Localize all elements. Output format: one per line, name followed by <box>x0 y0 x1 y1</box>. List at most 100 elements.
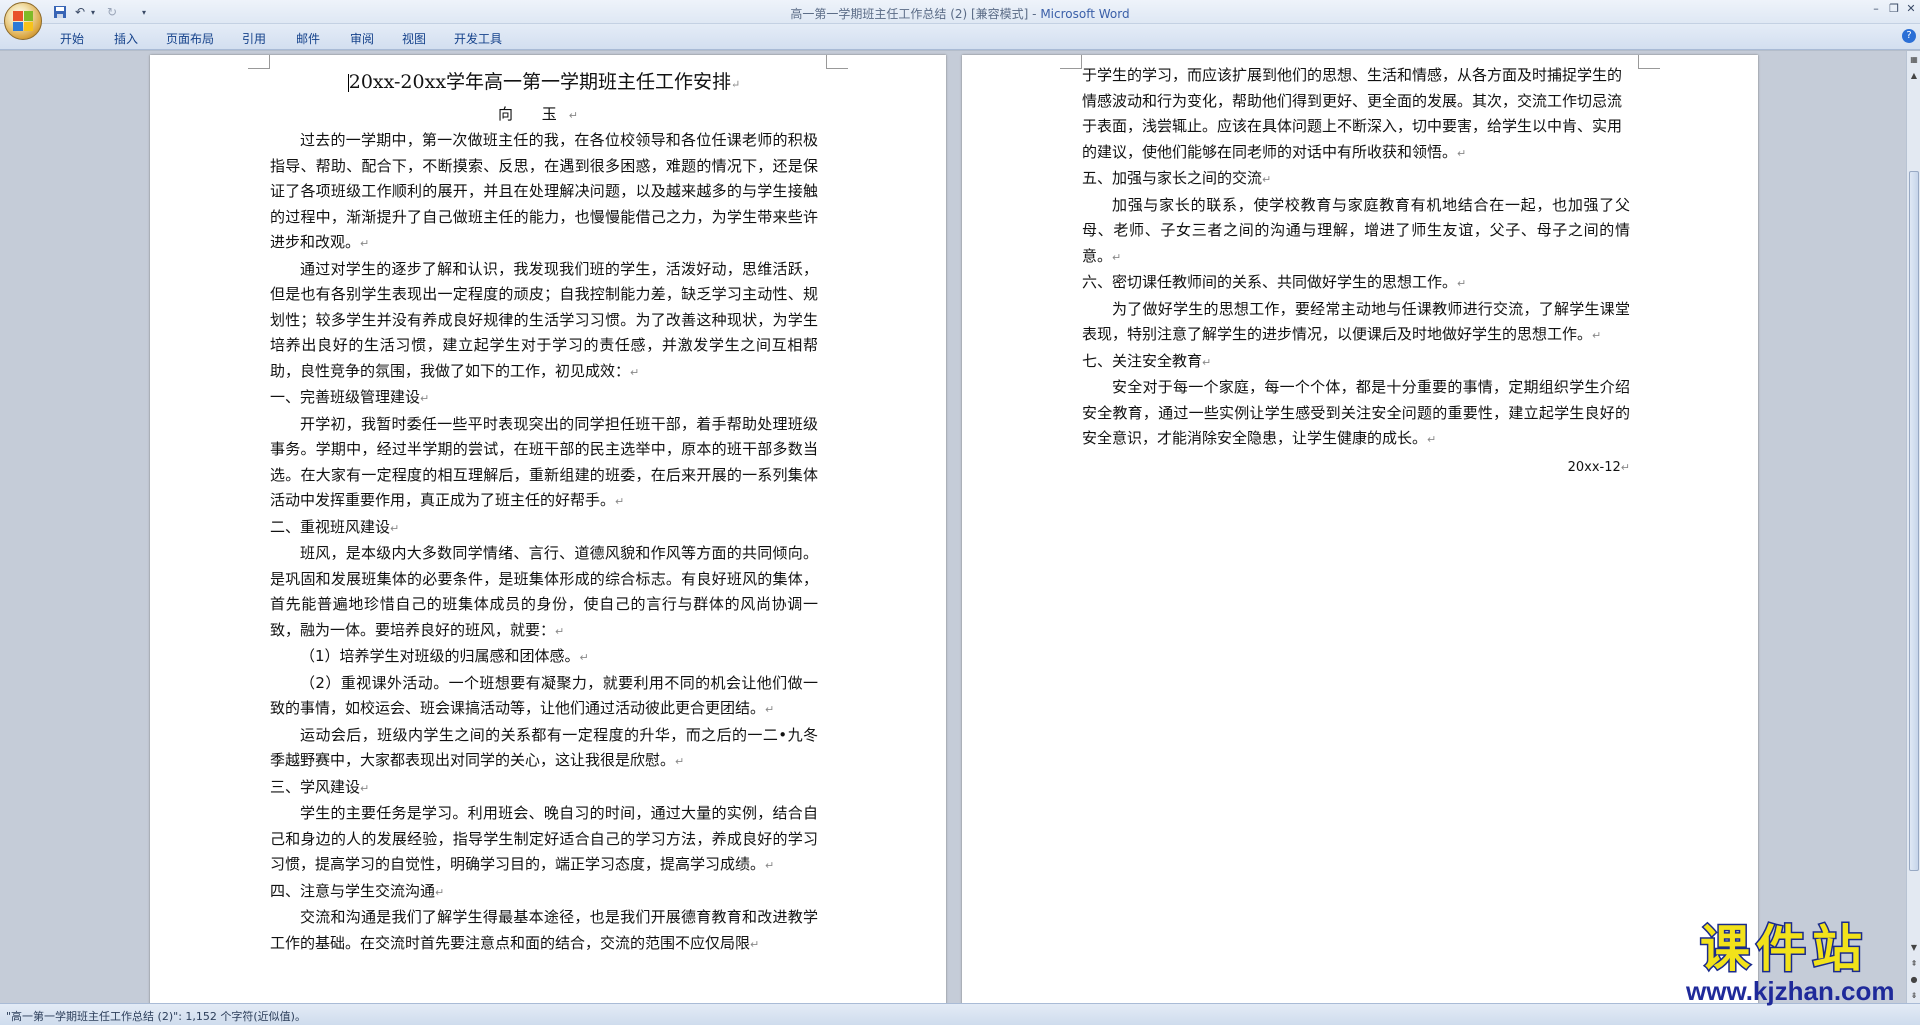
page-1-text: 20xx-20xx学年高一第一学期班主任工作安排↵ 向 玉↵ 过去的一学期中，第… <box>270 65 818 957</box>
scroll-down-icon[interactable]: ▼ <box>1908 941 1920 955</box>
paragraph: 运动会后，班级内学生之间的关系都有一定程度的升华，而之后的一二•九冬季越野赛中，… <box>270 723 818 775</box>
paragraph-mark-icon: ↵ <box>1620 460 1630 474</box>
paragraph-mark-icon: ↵ <box>1262 173 1272 186</box>
paragraph-text: 过去的一学期中，第一次做班主任的我，在各位校领导和各位任课老师的积极指导、帮助、… <box>270 131 818 251</box>
paragraph-text: （1）培养学生对班级的归属感和团体感。 <box>300 647 580 665</box>
paragraph-mark-icon: ↵ <box>390 521 400 535</box>
paragraph-mark-icon: ↵ <box>1457 146 1467 160</box>
minimize-icon[interactable]: – <box>1868 1 1884 17</box>
paragraph-text: 六、密切课任教师间的关系、共同做好学生的思想工作。 <box>1082 273 1458 291</box>
vertical-scrollbar[interactable]: ▦ ▲ ▼ ⇞ ● ⇟ <box>1906 51 1920 1003</box>
section-heading: 六、密切课任教师间的关系、共同做好学生的思想工作。↵ <box>1082 270 1630 297</box>
tab-page-layout[interactable]: 页面布局 <box>166 30 214 47</box>
paragraph-text: 为了做好学生的思想工作，要经常主动地与任课教师进行交流，了解学生课堂表现，特别注… <box>1082 299 1630 344</box>
margin-corner-mark <box>1638 55 1660 69</box>
document-title: 20xx-20xx学年高一第一学期班主任工作安排↵ <box>347 71 741 93</box>
paragraph-mark-icon: ↵ <box>420 392 430 405</box>
tab-home[interactable]: 开始 <box>60 30 84 47</box>
paragraph-mark-icon: ↵ <box>630 365 640 379</box>
paragraph-text: 学生的主要任务是学习。利用班会、晚自习的时间，通过大量的实例，结合自己和身边的人… <box>270 804 818 873</box>
paragraph: 通过对学生的逐步了解和认识，我发现我们班的学生，活泼好动，思维活跃，但是也有各别… <box>270 257 818 386</box>
paragraph-text: 班风，是本级内大多数同学情绪、言行、道德风貌和作风等方面的共同倾向。是巩固和发展… <box>270 544 818 639</box>
tab-references[interactable]: 引用 <box>242 30 266 47</box>
paragraph-mark-icon: ↵ <box>1592 329 1602 342</box>
paragraph-text: 交流和沟通是我们了解学生得最基本途径，也是我们开展德育教育和改进教学工作的基础。… <box>270 908 818 952</box>
status-bar: "高一第一学期班主任工作总结 (2)": 1,152 个字符(近似值)。 <box>0 1003 1920 1025</box>
document-name: 高一第一学期班主任工作总结 (2) [兼容模式] - <box>790 7 1041 21</box>
svg-text:课件站: 课件站 <box>1700 920 1868 976</box>
paragraph: 学生的主要任务是学习。利用班会、晚自习的时间，通过大量的实例，结合自己和身边的人… <box>270 801 818 879</box>
tab-review[interactable]: 审阅 <box>350 30 374 47</box>
paragraph-text: 三、学风建设 <box>270 777 361 796</box>
paragraph-mark-icon: ↵ <box>1457 277 1467 290</box>
paragraph-text: 通过对学生的逐步了解和认识，我发现我们班的学生，活泼好动，思维活跃，但是也有各别… <box>270 259 818 380</box>
document-date: 20xx-12↵ <box>1082 455 1630 481</box>
office-logo-icon <box>13 11 33 31</box>
paragraph: （2）重视课外活动。一个班想要有凝聚力，就要利用不同的机会让他们做一致的事情，如… <box>270 671 818 723</box>
margin-corner-mark <box>248 55 270 69</box>
paragraph-text: 于学生的学习，而应该扩展到他们的思想、生活和情感，从各方面及时捕捉学生的情感波动… <box>1082 66 1623 161</box>
paragraph: 加强与家长的联系，使学校教育与家庭教育有机地结合在一起，也加强了父母、老师、子女… <box>1082 193 1630 271</box>
status-word-count[interactable]: "高一第一学期班主任工作总结 (2)": 1,152 个字符(近似值)。 <box>6 1008 306 1024</box>
paragraph-mark-icon: ↵ <box>555 624 565 638</box>
paragraph-text: 20xx-12 <box>1567 459 1621 475</box>
page-2-text: 于学生的学习，而应该扩展到他们的思想、生活和情感，从各方面及时捕捉学生的情感波动… <box>1082 63 1630 480</box>
next-page-icon[interactable]: ⇟ <box>1908 989 1920 1003</box>
document-author: 向 玉↵ <box>498 105 590 123</box>
paragraph-text: 开学初，我暂时委任一些平时表现突出的同学担任班干部，着手帮助处理班级事务。学期中… <box>270 414 818 510</box>
paragraph-mark-icon: ↵ <box>750 937 760 951</box>
margin-corner-mark <box>826 55 848 69</box>
paragraph: 为了做好学生的思想工作，要经常主动地与任课教师进行交流，了解学生课堂表现，特别注… <box>1082 297 1630 349</box>
paragraph-mark-icon: ↵ <box>1427 433 1437 446</box>
document-title-text: 20xx-20xx学年高一第一学期班主任工作安排 <box>348 71 732 93</box>
paragraph-mark-icon: ↵ <box>1112 250 1122 264</box>
paragraph: 班风，是本级内大多数同学情绪、言行、道德风貌和作风等方面的共同倾向。是巩固和发展… <box>270 541 818 644</box>
page-2[interactable]: 于学生的学习，而应该扩展到他们的思想、生活和情感，从各方面及时捕捉学生的情感波动… <box>962 55 1758 1003</box>
paragraph-text: 五、加强与家长之间的交流 <box>1082 169 1263 187</box>
paragraph: 交流和沟通是我们了解学生得最基本途径，也是我们开展德育教育和改进教学工作的基础。… <box>270 905 818 957</box>
paragraph-mark-icon: ↵ <box>765 859 775 872</box>
paragraph-text: 安全对于每一个家庭，每一个个体，都是十分重要的事情，定期组织学生介绍安全教育，通… <box>1082 378 1630 447</box>
paragraph-text: （2）重视课外活动。一个班想要有凝聚力，就要利用不同的机会让他们做一致的事情，如… <box>270 673 818 718</box>
paragraph-mark-icon: ↵ <box>360 237 370 250</box>
paragraph-mark-icon: ↵ <box>1202 355 1212 369</box>
section-heading: 一、完善班级管理建设↵ <box>270 385 818 412</box>
previous-page-icon[interactable]: ⇞ <box>1908 957 1920 971</box>
section-heading: 七、关注安全教育↵ <box>1082 349 1630 376</box>
paragraph-mark-icon: ↵ <box>435 885 445 899</box>
margin-corner-mark <box>1060 55 1082 69</box>
scroll-thumb[interactable] <box>1909 171 1919 871</box>
ribbon-tabs: 开始 插入 页面布局 引用 邮件 审阅 视图 开发工具 ? <box>0 24 1920 50</box>
title-bar: ↶ ▾ ↻ ▾ 高一第一学期班主任工作总结 (2) [兼容模式] - Micro… <box>0 0 1920 40</box>
paragraph-text: 加强与家长的联系，使学校教育与家庭教育有机地结合在一起，也加强了父母、老师、子女… <box>1082 195 1630 265</box>
tab-insert[interactable]: 插入 <box>114 30 138 47</box>
paragraph-mark-icon: ↵ <box>765 703 775 716</box>
close-icon[interactable]: ✕ <box>1903 1 1919 17</box>
paragraph-mark-icon: ↵ <box>579 651 589 664</box>
tab-mailings[interactable]: 邮件 <box>296 30 320 47</box>
section-heading: 二、重视班风建设↵ <box>270 515 818 542</box>
watermark-url: www.kjzhan.com <box>1686 976 1895 1006</box>
paragraph-text: 运动会后，班级内学生之间的关系都有一定程度的升华，而之后的一二•九冬季越野赛中，… <box>270 725 818 770</box>
section-heading: 四、注意与学生交流沟通↵ <box>270 879 818 906</box>
paragraph-text: 七、关注安全教育 <box>1082 351 1203 370</box>
app-name: Microsoft Word <box>1040 7 1130 21</box>
paragraph: 于学生的学习，而应该扩展到他们的思想、生活和情感，从各方面及时捕捉学生的情感波动… <box>1082 63 1630 166</box>
paragraph: （1）培养学生对班级的归属感和团体感。↵ <box>270 644 818 671</box>
restore-icon[interactable]: ❐ <box>1886 1 1902 17</box>
document-workspace[interactable]: 20xx-20xx学年高一第一学期班主任工作安排↵ 向 玉↵ 过去的一学期中，第… <box>0 51 1906 1003</box>
paragraph: 开学初，我暂时委任一些平时表现突出的同学担任班干部，着手帮助处理班级事务。学期中… <box>270 412 818 515</box>
page-1[interactable]: 20xx-20xx学年高一第一学期班主任工作安排↵ 向 玉↵ 过去的一学期中，第… <box>150 55 946 1003</box>
paragraph: 过去的一学期中，第一次做班主任的我，在各位校领导和各位任课老师的积极指导、帮助、… <box>270 128 818 257</box>
scroll-up-icon[interactable]: ▲ <box>1908 69 1920 83</box>
paragraph: 安全对于每一个家庭，每一个个体，都是十分重要的事情，定期组织学生介绍安全教育，通… <box>1082 375 1630 453</box>
office-button[interactable] <box>4 2 42 40</box>
help-icon[interactable]: ? <box>1902 29 1916 43</box>
section-heading: 五、加强与家长之间的交流↵ <box>1082 166 1630 193</box>
ruler-toggle-icon[interactable]: ▦ <box>1908 53 1920 67</box>
tab-view[interactable]: 视图 <box>402 30 426 47</box>
paragraph-mark-icon: ↵ <box>615 495 625 508</box>
watermark-logo-text: 课件站 <box>1699 920 1868 976</box>
tab-developer[interactable]: 开发工具 <box>454 30 502 47</box>
select-browse-object-icon[interactable]: ● <box>1908 973 1920 987</box>
